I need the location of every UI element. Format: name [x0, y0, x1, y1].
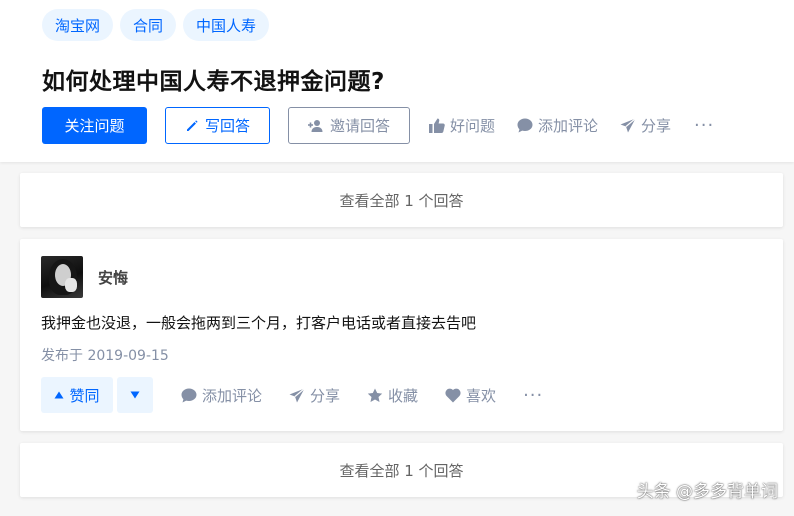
author-name[interactable]: 安悔 [98, 267, 128, 288]
avatar-hand [65, 278, 77, 292]
answer-share-label: 分享 [310, 386, 341, 405]
question-actions: 关注问题 写回答 邀请回答 好问题 添加评论 分享 ··· [42, 107, 714, 144]
answer-more-label: ··· [523, 384, 544, 406]
triangle-up-icon [54, 391, 64, 399]
add-comment-button[interactable]: 添加评论 [517, 115, 598, 136]
answer-comment-label: 添加评论 [202, 386, 263, 405]
answer-comment-button[interactable]: 添加评论 [181, 385, 262, 406]
pencil-icon [186, 119, 198, 131]
question-title: 如何处理中国人寿不退押金问题? [42, 69, 385, 95]
upvote-label: 赞同 [69, 386, 100, 405]
more-options-label: ··· [694, 115, 715, 136]
triangle-down-icon [130, 391, 140, 399]
share-button[interactable]: 分享 [620, 115, 671, 136]
topic-tag-china-life[interactable]: 中国人寿 [183, 9, 270, 41]
view-all-answers-top[interactable]: 查看全部 1 个回答 [20, 173, 783, 227]
upvote-button[interactable]: 赞同 [41, 377, 113, 413]
topic-tags: 淘宝网 合同 中国人寿 [42, 9, 270, 41]
good-question-label: 好问题 [450, 117, 496, 135]
avatar[interactable] [41, 256, 83, 298]
downvote-button[interactable] [117, 377, 153, 413]
topic-tag-contract[interactable]: 合同 [120, 9, 177, 41]
comment-icon [181, 388, 197, 402]
add-comment-label: 添加评论 [538, 117, 599, 135]
topic-tag-taobao[interactable]: 淘宝网 [42, 9, 114, 41]
star-icon [367, 388, 383, 402]
heart-icon [445, 388, 461, 402]
like-button[interactable]: 喜欢 [445, 385, 496, 406]
answer-actions: 赞同 添加评论 分享 收藏 喜欢 ··· [41, 377, 543, 413]
like-label: 喜欢 [466, 386, 497, 405]
answer-more-button[interactable]: ··· [523, 385, 543, 406]
follow-question-button[interactable]: 关注问题 [42, 107, 147, 144]
question-header: 淘宝网 合同 中国人寿 如何处理中国人寿不退押金问题? 关注问题 写回答 邀请回… [0, 0, 794, 162]
good-question-button[interactable]: 好问题 [429, 115, 495, 136]
comment-icon [517, 118, 533, 133]
more-options-button[interactable]: ··· [694, 115, 714, 136]
paper-plane-icon [620, 118, 636, 133]
share-label: 分享 [641, 117, 672, 135]
follow-question-label: 关注问题 [64, 117, 125, 135]
answer-content: 我押金也没退，一般会拖两到三个月，打客户电话或者直接去告吧 [41, 314, 477, 332]
publish-time: 发布于 2019-09-15 [41, 348, 169, 364]
add-user-icon [307, 119, 323, 132]
write-answer-label: 写回答 [204, 117, 250, 135]
answer-share-button[interactable]: 分享 [289, 385, 340, 406]
invite-answer-button[interactable]: 邀请回答 [288, 107, 410, 144]
favorite-label: 收藏 [388, 386, 419, 405]
answer-card: 安悔 我押金也没退，一般会拖两到三个月，打客户电话或者直接去告吧 发布于 201… [20, 239, 783, 431]
watermark: 头条 @多多背单词 [636, 482, 778, 502]
paper-plane-icon [289, 387, 305, 402]
view-all-answers-label: 查看全部 1 个回答 [339, 191, 464, 210]
favorite-button[interactable]: 收藏 [367, 385, 418, 406]
invite-answer-label: 邀请回答 [329, 117, 390, 135]
write-answer-button[interactable]: 写回答 [165, 107, 270, 144]
thumbs-up-icon [429, 118, 445, 133]
